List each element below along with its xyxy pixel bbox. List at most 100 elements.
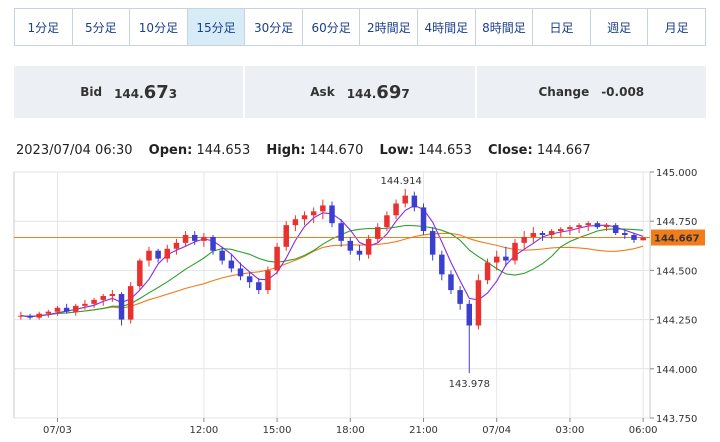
- candle-body: [439, 254, 445, 275]
- candle-body: [109, 294, 116, 296]
- candle-body: [338, 223, 344, 241]
- current-price-label: 144.667: [654, 234, 700, 245]
- candle-body: [210, 236, 216, 251]
- candle-body: [493, 256, 500, 263]
- bid-cell: Bid 144.673: [14, 66, 246, 118]
- candle-body: [631, 234, 637, 240]
- candle-body: [73, 305, 79, 312]
- candle-body: [173, 242, 180, 249]
- candle-body: [420, 207, 427, 232]
- timeframe-button-10[interactable]: 週足: [590, 9, 649, 45]
- candle-body: [191, 234, 198, 241]
- candle-body: [521, 236, 527, 243]
- price-chart[interactable]: 145.000 144.750 144.500 144.250 144.000 143.7…: [0, 160, 720, 442]
- candle-body: [603, 225, 610, 228]
- x-tick-label: 07/04: [482, 425, 511, 436]
- candle-body: [457, 290, 463, 304]
- bid-price: 144.673: [114, 82, 177, 103]
- timeframe-button-3[interactable]: 15分足: [187, 9, 246, 45]
- candle-body: [448, 274, 454, 291]
- x-tick-label: 18:00: [336, 425, 365, 436]
- candle-body: [182, 234, 189, 243]
- low-label: Low:: [379, 143, 414, 158]
- candle-body: [45, 311, 52, 314]
- timeframe-button-7[interactable]: 4時間足: [418, 9, 476, 45]
- ask-price-main: 144.: [346, 86, 377, 101]
- change-cell: Change -0.008: [477, 66, 706, 118]
- candle-body: [127, 286, 134, 320]
- x-tick-label: 15:00: [263, 425, 292, 436]
- candle-body: [375, 227, 381, 239]
- candle-body: [466, 303, 473, 326]
- candle-body: [530, 233, 537, 237]
- close-label: Close:: [488, 143, 533, 158]
- bid-price-main: 144.: [114, 86, 144, 101]
- candle-body: [27, 315, 33, 318]
- timeframe-button-9[interactable]: 日足: [533, 9, 591, 45]
- candle-body: [155, 250, 161, 259]
- candle-body: [558, 229, 564, 232]
- candle-body: [146, 250, 152, 261]
- timeframe-button-2[interactable]: 10分足: [130, 9, 188, 45]
- candle-body: [622, 233, 628, 235]
- low-value: 144.653: [418, 143, 472, 158]
- timeframe-button-8[interactable]: 8時間足: [475, 9, 534, 45]
- candle-body: [228, 260, 235, 269]
- ask-price-big: 69: [376, 81, 402, 103]
- high-annotation: 144.914: [381, 176, 422, 187]
- candle-body: [484, 262, 491, 281]
- y-tick-label: 144.250: [656, 316, 697, 327]
- candle-body: [82, 303, 88, 306]
- candle-body: [512, 242, 518, 261]
- candle-body: [219, 250, 225, 261]
- y-tick-label: 144.500: [656, 266, 697, 277]
- quote-panel: Bid 144.673 Ask 144.697 Change -0.008: [14, 66, 706, 118]
- candle-body: [18, 315, 24, 317]
- candle-body: [585, 223, 591, 226]
- timeframe-button-1[interactable]: 5分足: [72, 9, 131, 45]
- bid-price-small: 3: [168, 86, 178, 101]
- candle-body: [402, 195, 408, 204]
- candle-body: [384, 215, 390, 228]
- timeframe-button-5[interactable]: 60分足: [302, 9, 361, 45]
- candle-body: [503, 256, 509, 261]
- candle-body: [301, 215, 308, 220]
- high-label: High:: [266, 143, 306, 158]
- x-tick-label: 03:00: [556, 425, 585, 436]
- candle-body: [292, 219, 299, 226]
- candle-body: [612, 225, 619, 234]
- candle-body: [548, 231, 555, 235]
- candle-body: [320, 205, 326, 212]
- candle-body: [356, 250, 363, 255]
- candle-body: [594, 223, 601, 228]
- change-value: -0.008: [601, 85, 645, 99]
- ohlc-readout: 2023/07/04 06:30 Open: 144.653 High: 144…: [16, 143, 591, 158]
- candle-body: [91, 299, 97, 304]
- x-tick-label: 07/03: [43, 425, 72, 436]
- candle-body: [164, 248, 171, 259]
- y-tick-label: 144.000: [656, 365, 697, 376]
- timeframe-button-4[interactable]: 30分足: [245, 9, 303, 45]
- candle-body: [256, 282, 262, 291]
- ask-label: Ask: [310, 85, 335, 99]
- ohlc-timestamp: 2023/07/04 06:30: [16, 143, 133, 158]
- timeframe-button-0[interactable]: 1分足: [15, 9, 73, 45]
- candle-body: [118, 294, 125, 320]
- timeframe-button-11[interactable]: 月足: [648, 9, 705, 45]
- candle-body: [63, 307, 70, 312]
- high-value: 144.670: [309, 143, 364, 158]
- candle-body: [237, 268, 244, 277]
- open-label: Open:: [148, 143, 193, 158]
- candle-body: [576, 225, 582, 228]
- ask-price-small: 7: [401, 86, 410, 101]
- x-tick-label: 06:00: [629, 425, 658, 436]
- candle-body: [246, 276, 253, 283]
- candle-body: [36, 313, 42, 318]
- timeframe-bar: 1分足 5分足 10分足 15分足 30分足 60分足 2時間足 4時間足 8時間足 日足 週足 月足: [14, 8, 706, 46]
- timeframe-button-6[interactable]: 2時間足: [360, 9, 419, 45]
- candle-body: [393, 203, 399, 216]
- candle-body: [347, 240, 354, 251]
- candle-body: [54, 307, 61, 312]
- x-tick-label: 21:00: [409, 425, 438, 436]
- ask-cell: Ask 144.697: [245, 66, 477, 118]
